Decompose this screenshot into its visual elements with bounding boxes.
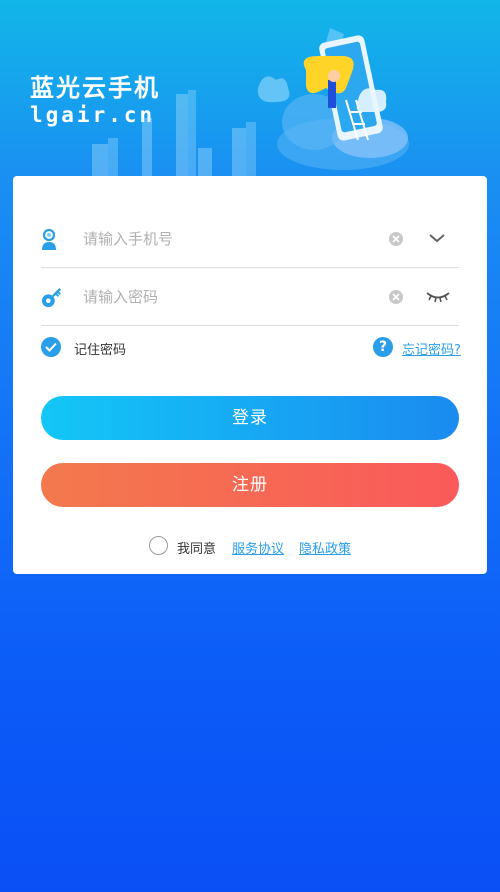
user-icon <box>42 228 56 250</box>
remember-password-label: 记住密码 <box>74 343 127 358</box>
terms-link[interactable]: 服务协议 <box>232 538 284 557</box>
forgot-password[interactable]: ? 忘记密码? <box>373 336 463 360</box>
password-field <box>41 268 459 326</box>
eye-closed-icon[interactable] <box>425 288 451 304</box>
check-icon[interactable] <box>41 337 61 357</box>
register-button[interactable]: 注册 <box>41 463 459 507</box>
phone-input[interactable] <box>83 224 373 254</box>
privacy-link[interactable]: 隐私政策 <box>299 538 351 557</box>
phone-field <box>41 210 459 268</box>
agreement-row: 我同意 服务协议 隐私政策 <box>149 534 389 558</box>
login-button[interactable]: 登录 <box>41 396 459 440</box>
password-input[interactable] <box>83 282 373 312</box>
agree-label: 我同意 <box>177 542 217 557</box>
login-card: 记住密码 ? 忘记密码? 登录 注册 我同意 服务协议 隐私政策 <box>13 176 487 574</box>
key-icon <box>41 288 62 308</box>
hero-banner: 蓝光云手机 lgair.cn <box>0 0 500 190</box>
help-icon: ? <box>373 337 393 357</box>
clear-icon[interactable] <box>389 232 403 246</box>
clear-icon[interactable] <box>389 290 403 304</box>
forgot-password-link[interactable]: 忘记密码? <box>402 339 461 358</box>
chevron-down-icon[interactable] <box>427 230 447 246</box>
agree-radio[interactable] <box>149 536 168 555</box>
hero-illustration <box>92 28 409 190</box>
